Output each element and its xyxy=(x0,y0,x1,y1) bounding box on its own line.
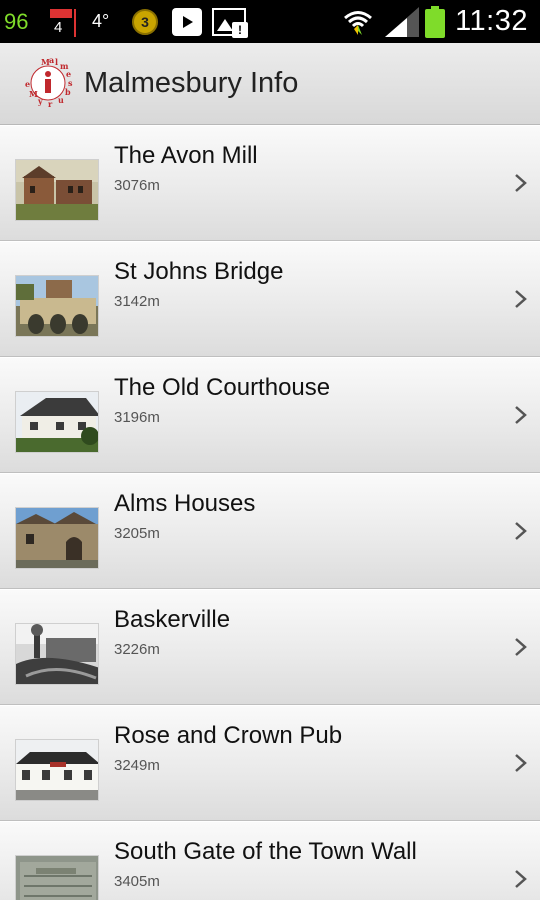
list-item[interactable]: Baskerville 3226m xyxy=(0,589,540,705)
gallery-warning-icon: ! xyxy=(212,7,248,38)
place-thumbnail xyxy=(15,275,99,337)
place-title: The Avon Mill xyxy=(114,142,258,169)
chevron-right-icon xyxy=(515,174,527,192)
app-title: Malmesbury Info xyxy=(84,67,299,99)
chevron-right-icon xyxy=(515,406,527,424)
place-thumbnail xyxy=(15,623,99,685)
svg-text:e: e xyxy=(25,79,30,89)
chevron-right-icon xyxy=(515,522,527,540)
place-distance: 3142m xyxy=(114,293,160,310)
place-thumbnail xyxy=(15,159,99,221)
place-thumbnail xyxy=(15,391,99,453)
status-bar: 96 4 4° 3 ! 11:32 xyxy=(0,0,540,43)
flag-notification-icon: 4 xyxy=(50,7,76,37)
app-logo-icon[interactable]: Mal mes bur yMe xyxy=(22,57,74,109)
place-distance: 3196m xyxy=(114,409,160,426)
status-bar-right: 11:32 xyxy=(343,0,540,43)
wifi-icon xyxy=(344,10,373,35)
place-distance: 3226m xyxy=(114,641,160,658)
place-distance: 3249m xyxy=(114,757,160,774)
temperature: 4° xyxy=(92,11,110,31)
action-bar: Mal mes bur yMe Malmesbury Info xyxy=(0,43,540,125)
place-distance: 3405m xyxy=(114,873,160,890)
clock: 11:32 xyxy=(455,5,528,37)
svg-text:y: y xyxy=(37,96,43,106)
battery-icon xyxy=(425,5,446,38)
battery-percent: 96 xyxy=(4,8,29,34)
place-thumbnail xyxy=(15,855,99,900)
svg-text:r: r xyxy=(48,99,53,109)
chevron-right-icon xyxy=(515,638,527,656)
place-title: The Old Courthouse xyxy=(114,374,331,401)
coin-icon: 3 xyxy=(132,8,158,35)
place-distance: 3076m xyxy=(114,177,160,194)
svg-text:M: M xyxy=(29,89,38,99)
place-title: St Johns Bridge xyxy=(114,258,284,285)
list-item[interactable]: Alms Houses 3205m xyxy=(0,473,540,589)
list-item[interactable]: South Gate of the Town Wall 3405m xyxy=(0,821,540,900)
list-item[interactable]: The Avon Mill 3076m xyxy=(0,125,540,241)
notification-count: 4 xyxy=(54,18,63,36)
svg-text:l: l xyxy=(55,57,58,67)
signal-icon xyxy=(385,6,420,37)
chevron-right-icon xyxy=(515,754,527,772)
coin-count: 3 xyxy=(141,13,149,30)
place-title: Alms Houses xyxy=(114,490,256,517)
list-item[interactable]: St Johns Bridge 3142m xyxy=(0,241,540,357)
svg-text:u: u xyxy=(58,95,64,105)
svg-text:a: a xyxy=(49,57,54,65)
place-title: Rose and Crown Pub xyxy=(114,722,343,749)
place-thumbnail xyxy=(15,507,99,569)
places-list: The Avon Mill 3076m St Johns Bridge 3142… xyxy=(0,125,540,900)
place-distance: 3205m xyxy=(114,525,160,542)
list-item[interactable]: The Old Courthouse 3196m xyxy=(0,357,540,473)
list-item[interactable]: Rose and Crown Pub 3249m xyxy=(0,705,540,821)
play-store-icon xyxy=(172,7,202,36)
place-thumbnail xyxy=(15,739,99,801)
chevron-right-icon xyxy=(515,870,527,888)
chevron-right-icon xyxy=(515,290,527,308)
svg-text:b: b xyxy=(65,87,71,97)
place-title: South Gate of the Town Wall xyxy=(114,838,417,865)
status-bar-left: 96 4 4° 3 ! xyxy=(0,0,248,43)
place-title: Baskerville xyxy=(114,606,231,633)
